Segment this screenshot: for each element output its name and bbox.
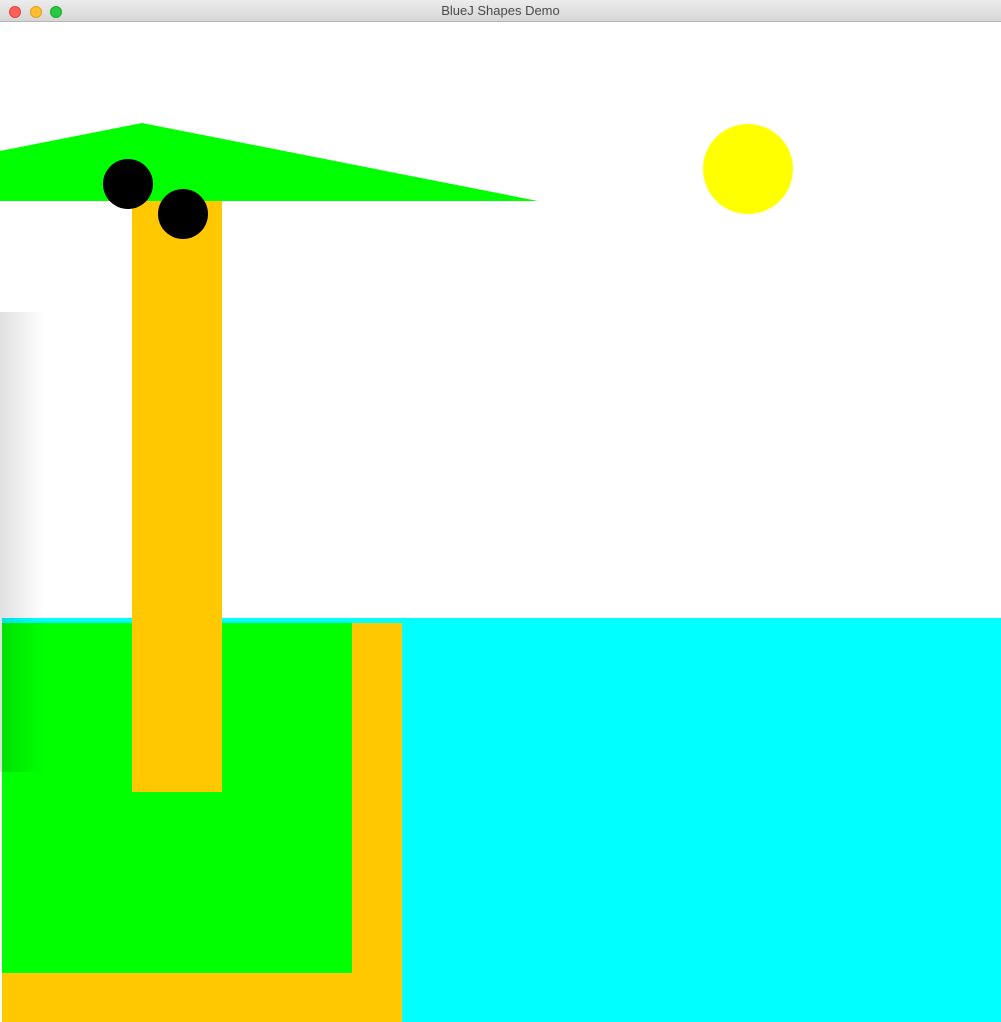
- title-bar[interactable]: BlueJ Shapes Demo: [0, 0, 1001, 22]
- sun-circle: [703, 124, 793, 214]
- tree-trunk: [132, 201, 222, 792]
- coconut-1: [103, 159, 153, 209]
- palm-leaves-triangle: [0, 123, 538, 201]
- app-window: BlueJ Shapes Demo: [0, 0, 1001, 1022]
- drawing-canvas: [0, 22, 1001, 1022]
- coconut-2: [158, 189, 208, 239]
- window-title: BlueJ Shapes Demo: [441, 3, 560, 18]
